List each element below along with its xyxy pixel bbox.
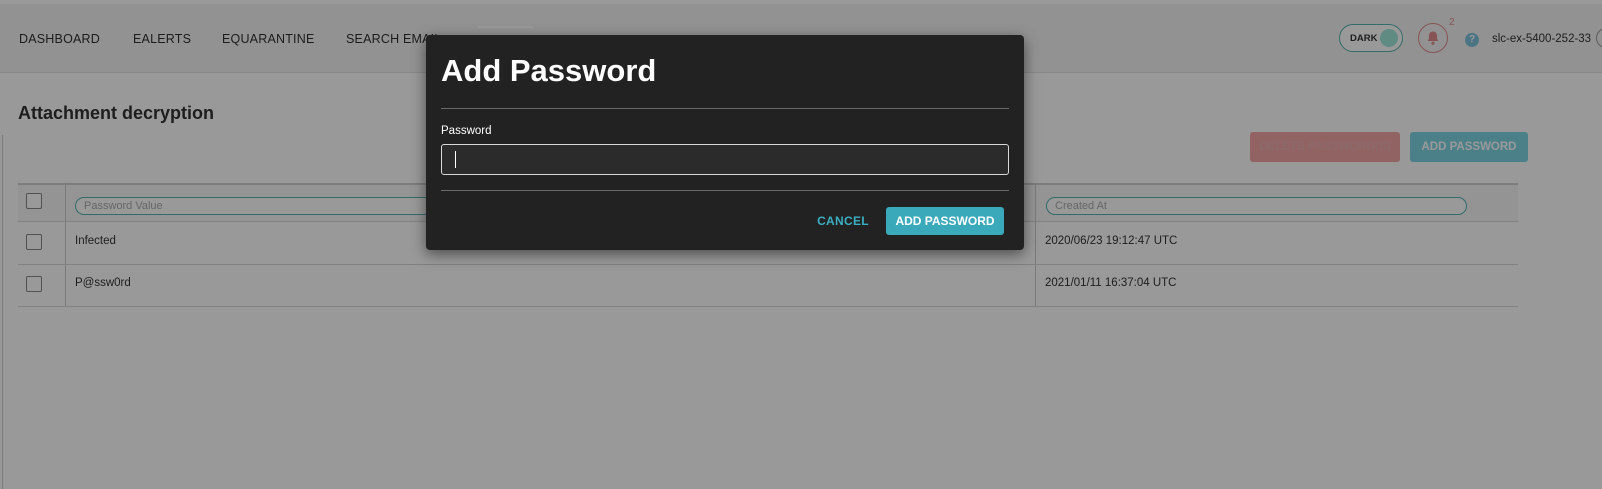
text-caret (455, 151, 456, 168)
submit-add-password-button[interactable]: ADD PASSWORD (886, 207, 1004, 235)
password-input[interactable] (441, 144, 1009, 175)
add-password-dialog: Add Password Password CANCEL ADD PASSWOR… (426, 35, 1024, 250)
app-root: DASHBOARD EALERTS EQUARANTINE SEARCH EMA… (0, 0, 1602, 489)
password-field-label: Password (441, 125, 492, 137)
dialog-title: Add Password (441, 53, 657, 88)
cancel-button[interactable]: CANCEL (807, 207, 879, 235)
dialog-divider (441, 190, 1009, 191)
dialog-divider (441, 108, 1009, 109)
